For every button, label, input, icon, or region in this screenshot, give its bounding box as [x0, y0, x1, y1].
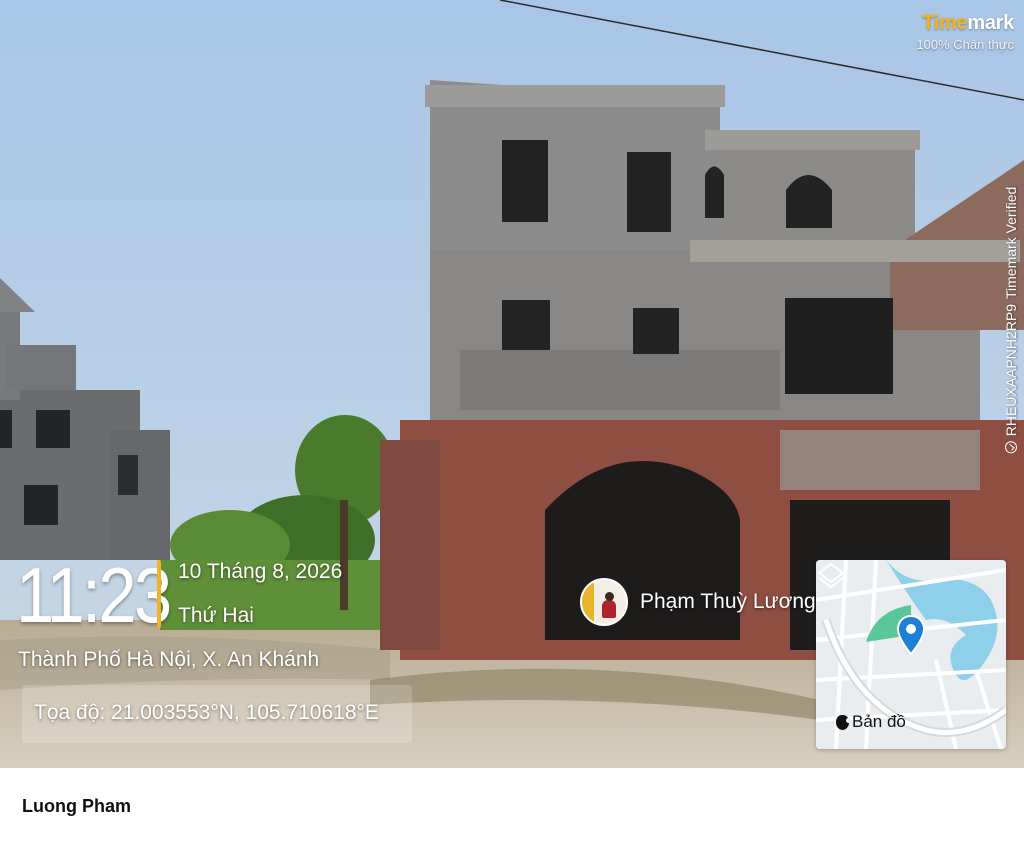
- logo-time: Time: [922, 12, 968, 34]
- layers-icon[interactable]: [816, 560, 846, 590]
- location-pin-icon: [896, 614, 926, 656]
- logo-mark: mark: [967, 12, 1014, 34]
- user-chip[interactable]: Phạm Thuỳ Lương: [580, 578, 816, 626]
- location-text: Thành Phố Hà Nội, X. An Khánh: [18, 648, 320, 671]
- check-circle-icon: [1005, 441, 1017, 454]
- map-label: Bản đồ: [836, 712, 906, 732]
- date-display: 10 Tháng 8, 2026: [178, 560, 343, 583]
- verification-code: RHEUXAAPNH2RP9: [1003, 304, 1019, 437]
- user-name: Phạm Thuỳ Lương: [640, 590, 816, 613]
- avatar-bar: [582, 580, 594, 624]
- author-name: Luong Pham: [22, 796, 131, 816]
- apple-icon: [836, 714, 851, 730]
- verification-strip: RHEUXAAPNH2RP9 Timemark Verified: [1001, 160, 1021, 480]
- weekday-display: Thứ Hai: [178, 604, 254, 627]
- photo: Timemark 100% Chân thực RHEUXAAPNH2RP9 T…: [0, 0, 1024, 768]
- coordinates-text: Tọa độ: 21.003553°N, 105.710618°E: [34, 701, 379, 724]
- coordinates-box: Tọa độ: 21.003553°N, 105.710618°E: [22, 685, 412, 743]
- map-label-text: Bản đồ: [852, 712, 906, 731]
- avatar-figure: [602, 600, 616, 618]
- avatar-head: [605, 592, 614, 601]
- brand-tagline: 100% Chân thực: [916, 37, 1014, 52]
- timemark-logo: Timemark: [916, 12, 1014, 35]
- caption-footer: Luong Pham: [0, 768, 1024, 853]
- user-avatar[interactable]: [580, 578, 628, 626]
- map-card[interactable]: Bản đồ: [816, 560, 1006, 749]
- time-display: 11:23: [16, 551, 172, 639]
- verification-label: Timemark Verified: [1003, 186, 1019, 300]
- verification-text: RHEUXAAPNH2RP9 Timemark Verified: [1003, 187, 1019, 454]
- time-divider: [157, 560, 161, 628]
- timemark-brand: Timemark 100% Chân thực: [916, 12, 1014, 52]
